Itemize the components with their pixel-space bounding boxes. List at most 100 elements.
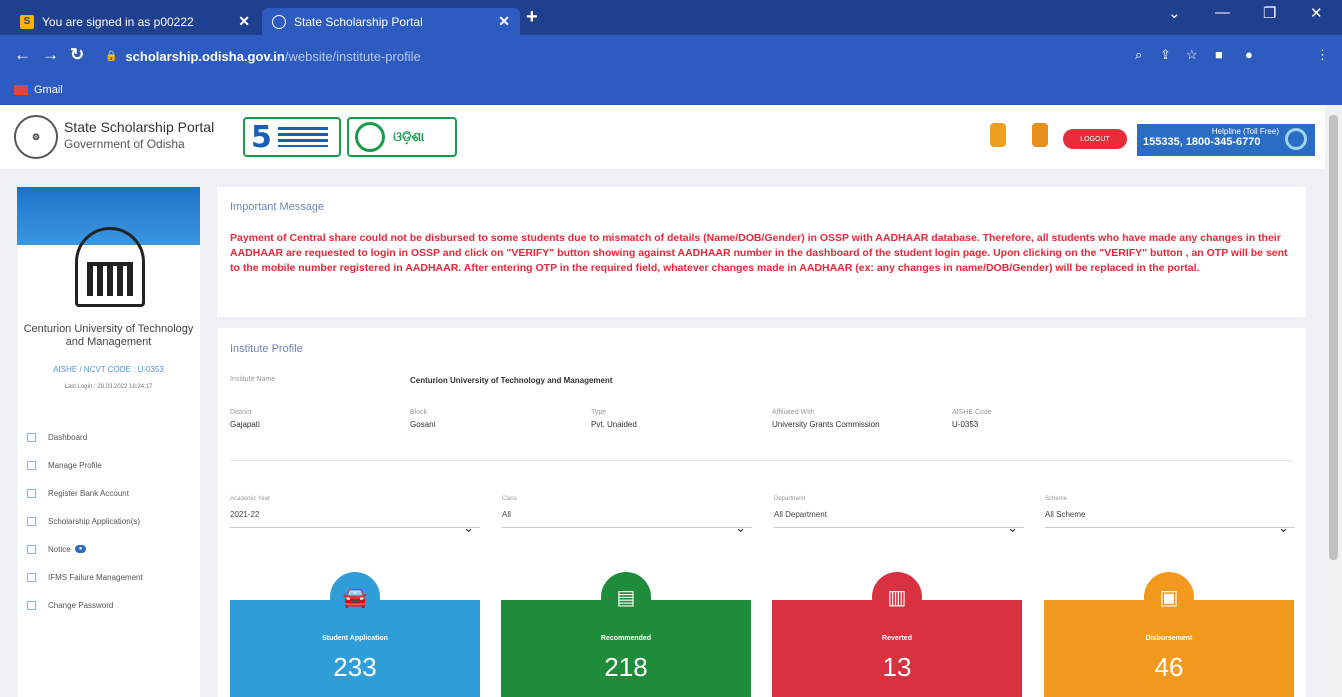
bookmarks-bar: Gmail xyxy=(0,78,1342,105)
district-label: District xyxy=(230,409,252,416)
restore-icon[interactable]: ❐ xyxy=(1263,4,1276,22)
chevron-down-icon: ⌄ xyxy=(1007,520,1018,535)
tab-label: State Scholarship Portal xyxy=(294,14,423,29)
scrollbar-thumb[interactable] xyxy=(1329,115,1338,560)
aishe-value: U-0353 xyxy=(952,420,979,429)
block-value: Gosani xyxy=(410,420,436,429)
5t-logo-icon: 5 xyxy=(243,117,341,157)
page-scrollbar[interactable] xyxy=(1325,105,1342,697)
award-icon[interactable] xyxy=(990,123,1006,147)
address-bar: ← → ↻ 🔒 scholarship.odisha.gov.in /websi… xyxy=(0,35,1342,78)
card-value: 46 xyxy=(1154,652,1184,682)
share-icon[interactable]: ⇪ xyxy=(1160,47,1171,63)
reverted-card[interactable]: ▥ Reverted 13 xyxy=(772,572,1022,697)
minimize-icon[interactable]: — xyxy=(1215,4,1230,21)
sidebar: Centurion University of Technology and M… xyxy=(17,187,200,697)
forward-icon[interactable]: → xyxy=(42,45,59,65)
institute-code: AISHE / NCVT CODE : U-0353 xyxy=(53,365,164,374)
close-window-icon[interactable]: ✕ xyxy=(1310,4,1323,22)
brand: State Scholarship Portal Government of O… xyxy=(64,119,214,151)
car-icon: 🚘 xyxy=(330,572,380,622)
logout-button[interactable]: LOGOUT xyxy=(1063,129,1127,149)
close-tab-icon[interactable]: ✕ xyxy=(238,13,250,30)
support-person-icon xyxy=(1285,128,1307,150)
sidebar-menu: Dashboard Manage Profile Register Bank A… xyxy=(27,423,197,619)
divider xyxy=(230,460,1293,461)
helpline-box: Helpline (Toll Free) 155335, 1800-345-67… xyxy=(1137,124,1315,156)
chevron-down-icon: ⌄ xyxy=(1278,520,1289,535)
select-value: All xyxy=(502,510,511,519)
block-label: Block xyxy=(410,409,428,416)
sidepanel-icon[interactable]: ■ xyxy=(1215,47,1223,62)
select-value: 2021-22 xyxy=(230,510,260,519)
url-field[interactable]: 🔒 scholarship.odisha.gov.in /website/ins… xyxy=(105,43,1205,70)
browser-tab-bar: S You are signed in as p00222 ✕ State Sc… xyxy=(0,0,1342,35)
sidebar-item-applications[interactable]: Scholarship Application(s) xyxy=(27,507,197,535)
card-value: 233 xyxy=(333,652,377,682)
menu-label: Register Bank Account xyxy=(48,488,129,498)
gmail-icon xyxy=(14,85,28,95)
card-value: 218 xyxy=(604,652,648,682)
chevron-down-icon: ⌄ xyxy=(463,520,474,535)
nabin-odisha-logo-icon: ଓଡ଼ିଶା xyxy=(347,117,457,157)
scheme-select[interactable]: Scheme All Scheme ⌄ xyxy=(1045,496,1295,536)
tab-label: You are signed in as p00222 xyxy=(42,14,194,29)
select-label: Class xyxy=(502,496,518,502)
close-tab-icon[interactable]: ✕ xyxy=(498,13,510,30)
sidebar-item-register-bank[interactable]: Register Bank Account xyxy=(27,479,197,507)
bookmark-star-icon[interactable]: ☆ xyxy=(1186,47,1198,63)
menu-label: Dashboard xyxy=(48,432,88,442)
user-icon xyxy=(27,460,36,470)
menu-dots-icon[interactable]: ⋮ xyxy=(1316,47,1329,63)
disbursement-card[interactable]: ▣ Disbursement 46 xyxy=(1044,572,1294,697)
institute-name-value: Centurion University of Technology and M… xyxy=(410,376,613,385)
site-header: ⚙ State Scholarship Portal Government of… xyxy=(0,105,1325,169)
tab-signed-in[interactable]: S You are signed in as p00222 ✕ xyxy=(10,8,260,35)
institute-name-label: Institute Name xyxy=(230,376,276,383)
sidebar-item-change-password[interactable]: Change Password xyxy=(27,591,197,619)
tab-search-icon[interactable]: ⌄ xyxy=(1168,4,1181,22)
bookmark-gmail[interactable]: Gmail xyxy=(14,84,63,96)
back-icon[interactable]: ← xyxy=(14,45,31,65)
select-value: All Department xyxy=(774,510,827,519)
type-value: Pvt. Unaided xyxy=(591,420,637,429)
tab-favicon-icon: S xyxy=(20,14,34,29)
bookmark-label: Gmail xyxy=(34,84,63,96)
tab-scholarship-portal[interactable]: State Scholarship Portal ✕ xyxy=(262,8,520,35)
last-login: Last Login : 28.03.2022 18:24:17 xyxy=(64,384,153,390)
institute-building-icon xyxy=(75,227,145,307)
profile-avatar-icon[interactable]: ● xyxy=(1245,47,1253,62)
reload-icon[interactable]: ↻ xyxy=(70,45,84,65)
calendar-icon: ▤ xyxy=(601,572,651,622)
password-icon xyxy=(27,600,36,610)
important-message-text: Payment of Central share could not be di… xyxy=(230,232,1288,274)
sidebar-item-notice[interactable]: Notice ● xyxy=(27,535,197,563)
zoom-icon[interactable]: ⌕ xyxy=(1135,47,1142,63)
ifms-icon xyxy=(27,572,36,582)
department-select[interactable]: Department All Department ⌄ xyxy=(774,496,1024,536)
card-label: Student Application xyxy=(322,635,388,642)
lock-icon: 🔒 xyxy=(105,51,118,62)
student-application-card[interactable]: 🚘 Student Application 233 xyxy=(230,572,480,697)
sidebar-item-ifms[interactable]: IFMS Failure Management xyxy=(27,563,197,591)
academic-year-select[interactable]: Academic Year 2021-22 ⌄ xyxy=(230,496,480,536)
aishe-label: AISHE Code xyxy=(952,409,992,416)
document-icon: ▥ xyxy=(872,572,922,622)
chevron-down-icon: ⌄ xyxy=(735,520,746,535)
menu-label: Scholarship Application(s) xyxy=(48,516,141,526)
card-value: 13 xyxy=(882,652,912,682)
bank-icon xyxy=(27,488,36,498)
odisha-emblem-icon: ⚙ xyxy=(14,115,58,159)
class-select[interactable]: Class All ⌄ xyxy=(502,496,752,536)
card-label: Recommended xyxy=(600,635,652,642)
type-label: Type xyxy=(591,409,607,416)
wallet-icon: ▣ xyxy=(1144,572,1194,622)
sidebar-item-dashboard[interactable]: Dashboard xyxy=(27,423,197,451)
sidebar-item-manage-profile[interactable]: Manage Profile xyxy=(27,451,197,479)
new-tab-icon[interactable]: + xyxy=(526,6,538,29)
recommended-card[interactable]: ▤ Recommended 218 xyxy=(501,572,751,697)
lock-profile-icon[interactable] xyxy=(1032,123,1048,147)
url-host: scholarship.odisha.gov.in xyxy=(125,49,285,64)
menu-label: IFMS Failure Management xyxy=(48,572,143,582)
url-path: /website/institute-profile xyxy=(284,49,421,64)
